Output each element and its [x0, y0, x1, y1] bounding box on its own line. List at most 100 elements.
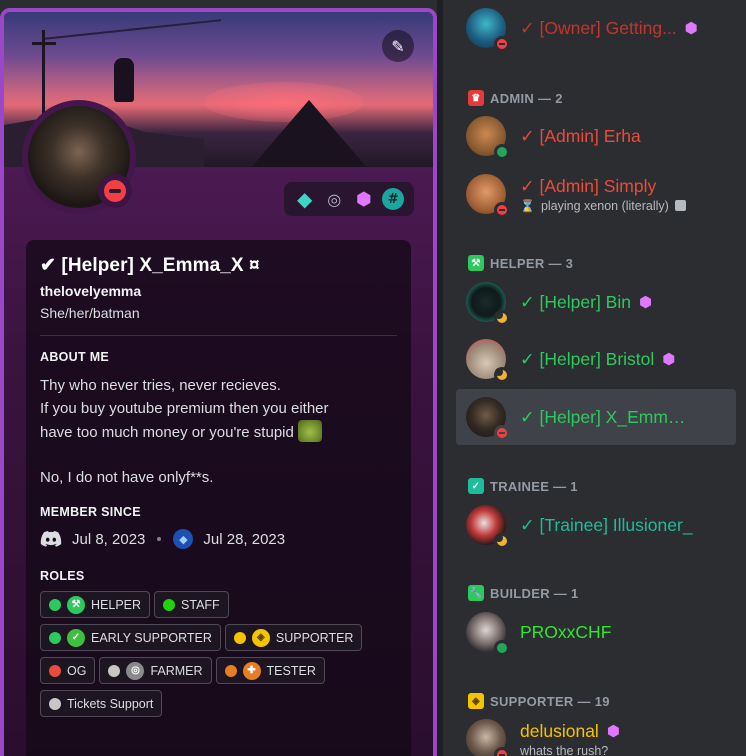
user-profile-popout: ✎ ◆ ◎ ⬢ # ✔ [Helper] X_Emma_X ¤ thelovel… [0, 8, 437, 756]
group-header-label: SUPPORTER — 19 [490, 693, 610, 709]
target-icon: ◎ [126, 661, 145, 680]
role-label: HELPER [91, 597, 142, 612]
hammer-shield-icon: ⚒ [468, 255, 484, 271]
member-list: ✓ [Owner] Getting... ⬢ ♛ ADMIN — 2 ✓ [Adm… [446, 0, 746, 756]
hourglass-icon: ⌛ [520, 198, 535, 213]
profile-badges: ◆ ◎ ⬢ # [284, 182, 414, 216]
boost-icon[interactable]: ◎ [323, 188, 345, 210]
member-builder-proxxchf[interactable]: PROxxCHF [456, 604, 736, 660]
hypesquad-icon[interactable]: ◆ [294, 187, 316, 211]
about-me-text: Thy who never tries, never recieves. If … [40, 374, 397, 489]
role-pill-farmer[interactable]: ◎ FARMER [99, 657, 212, 684]
member-supporter-delusional[interactable]: delusional ⬢ whats the rush? [456, 711, 736, 756]
discord-join-date: Jul 8, 2023 [72, 530, 146, 548]
role-pill-staff[interactable]: STAFF [154, 591, 229, 618]
hammer-shield-icon: ⚒ [67, 595, 85, 614]
member-trainee-illusioner[interactable]: ✓ [Trainee] Illusioner_ [456, 497, 736, 553]
role-pill-og[interactable]: OG [40, 657, 96, 684]
idle-status-icon [494, 367, 510, 383]
online-status-icon [494, 640, 510, 656]
nitro-icon: ⬢ [684, 20, 698, 37]
nitro-icon: ⬢ [662, 351, 676, 368]
roles-list: ⚒ HELPER STAFF ✓ EARLY SUPPORTER ◈ SUPPO… [40, 591, 400, 717]
role-color-dot [108, 664, 121, 677]
rich-presence-icon [674, 200, 686, 211]
role-pill-tickets-support[interactable]: Tickets Support [40, 690, 163, 717]
member-helper-x-emma[interactable]: ✓ [Helper] X_Emma_... [456, 389, 736, 445]
group-header-admin: ♛ ADMIN — 2 [468, 90, 563, 106]
discord-logo-icon [40, 531, 62, 547]
bandage-icon: ✚ [242, 661, 261, 680]
role-label: EARLY SUPPORTER [91, 630, 212, 645]
profile-username: thelovelyemma [40, 283, 142, 299]
idle-status-icon [494, 310, 510, 326]
member-admin-simply[interactable]: ✓ [Admin] Simply ⌛ playing xenon (literal… [456, 166, 736, 222]
member-owner[interactable]: ✓ [Owner] Getting... ⬢ [456, 0, 736, 56]
shield-icon: ◈ [251, 628, 270, 647]
nitro-icon: ⬢ [638, 294, 653, 311]
check-shield-icon: ✓ [67, 628, 85, 647]
discord-window: ✎ ◆ ◎ ⬢ # ✔ [Helper] X_Emma_X ¤ thelovel… [0, 0, 746, 756]
role-pill-tester[interactable]: ✚ TESTER [215, 657, 325, 684]
edit-profile-button[interactable]: ✎ [382, 30, 414, 62]
avatar [466, 397, 510, 441]
separator-dot [157, 537, 162, 541]
role-pill-early-supporter[interactable]: ✓ EARLY SUPPORTER [40, 624, 221, 651]
role-pill-helper[interactable]: ⚒ HELPER [40, 591, 151, 618]
about-line: Thy who never tries, never recieves. [40, 377, 281, 394]
member-name: ✓ [Owner] Getting... [520, 17, 677, 38]
role-label: OG [67, 663, 87, 678]
avatar [466, 339, 510, 383]
member-name: ✓ [Trainee] Illusioner_ [520, 514, 693, 535]
group-header-trainee: ✓ TRAINEE — 1 [468, 478, 578, 494]
pencil-icon: ✎ [391, 36, 405, 56]
group-header-label: TRAINEE — 1 [490, 478, 578, 494]
about-me-title: ABOUT ME [40, 350, 110, 364]
scrollbar-track[interactable] [437, 0, 443, 756]
group-header-builder: 🔧 BUILDER — 1 [468, 585, 579, 601]
idle-status-icon [494, 533, 510, 549]
member-name: ✓ [Admin] Erha [520, 125, 641, 146]
profile-info-card: ✔ [Helper] X_Emma_X ¤ thelovelyemma She/… [26, 240, 411, 756]
member-name: ✓ [Helper] Bristol [520, 348, 655, 369]
online-status-icon [494, 144, 510, 160]
check-shield-icon: ✓ [468, 478, 484, 494]
member-activity: whats the rush? [520, 743, 609, 756]
member-helper-bristol[interactable]: ✓ [Helper] Bristol ⬢ [456, 331, 736, 387]
dnd-status-icon [494, 202, 510, 218]
profile-pronouns: She/her/batman [40, 305, 140, 321]
roles-title: ROLES [40, 569, 85, 583]
role-color-dot [224, 664, 237, 677]
shrek-emoji-icon [298, 420, 323, 442]
nitro-icon: ⬢ [606, 723, 620, 740]
role-label: STAFF [181, 597, 220, 612]
avatar [466, 8, 510, 52]
member-helper-bin[interactable]: ✓ [Helper] Bin ⬢ [456, 274, 736, 330]
member-name: ✓ [Helper] Bin [520, 291, 631, 312]
about-line: have too much money or you're stupid [40, 424, 294, 441]
role-color-dot [49, 631, 61, 644]
avatar [466, 719, 510, 756]
role-color-dot [49, 697, 61, 710]
nitro-icon[interactable]: ⬢ [353, 188, 375, 210]
group-header-supporter: ◈ SUPPORTER — 19 [468, 693, 610, 709]
avatar [466, 505, 510, 549]
role-color-dot [163, 598, 176, 611]
avatar [466, 612, 510, 656]
role-pill-supporter[interactable]: ◈ SUPPORTER [224, 624, 363, 651]
shield-icon: ◈ [468, 693, 484, 709]
dnd-status-icon [494, 425, 510, 441]
dnd-status-icon [494, 36, 510, 52]
member-admin-erha[interactable]: ✓ [Admin] Erha [456, 108, 736, 164]
member-since-row: Jul 8, 2023 ◆ Jul 28, 2023 [40, 529, 397, 549]
avatar [466, 174, 510, 218]
group-header-label: ADMIN — 2 [490, 90, 563, 106]
dnd-status-icon [494, 747, 510, 756]
role-label: TESTER [266, 663, 316, 678]
role-label: Tickets Support [67, 696, 154, 711]
hashtag-icon[interactable]: # [382, 188, 405, 210]
group-header-label: HELPER — 3 [490, 255, 574, 271]
role-color-dot [49, 598, 61, 611]
avatar [466, 116, 510, 160]
member-name: PROxxCHF [520, 621, 612, 642]
